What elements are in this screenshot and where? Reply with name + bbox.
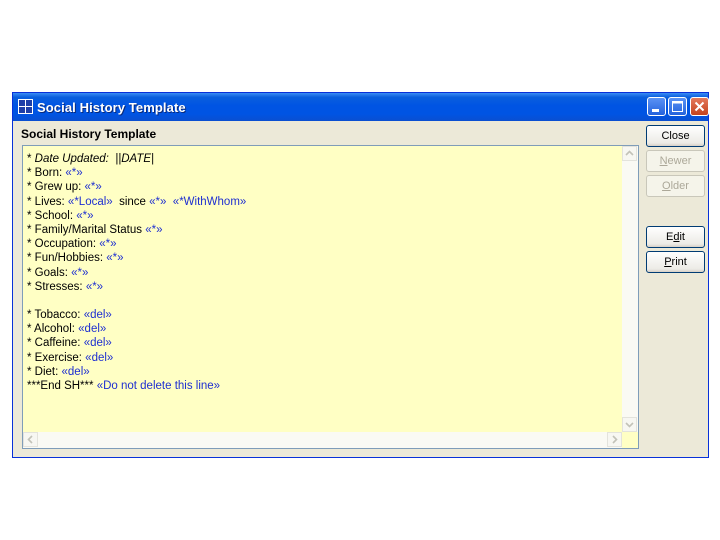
template-line: * Grew up: «*» (27, 180, 620, 194)
template-field: «del» (78, 323, 107, 336)
template-field: «del» (83, 337, 112, 350)
template-field: «*» (71, 266, 89, 279)
maximize-button[interactable] (668, 97, 687, 116)
chevron-right-icon (612, 435, 618, 444)
template-line: ***End SH*** «Do not delete this line» (27, 379, 620, 393)
close-button[interactable]: Close (646, 125, 705, 147)
template-text-segment: * School: (27, 209, 77, 222)
template-text-segment: * Grew up: (27, 181, 85, 194)
scroll-down-button[interactable] (622, 417, 637, 432)
template-line: * Family/Marital Status «*» (27, 223, 620, 237)
template-text[interactable]: * Date Updated: ||DATE| * Born: «*» * Grew… (27, 152, 620, 430)
template-line: * Fun/Hobbies: «*» (27, 251, 620, 265)
close-window-button[interactable] (690, 97, 709, 116)
template-line: * Goals: «*» (27, 266, 620, 280)
template-text-segment: * Diet: (27, 365, 62, 378)
template-field: «del» (61, 365, 90, 378)
template-line: * Caffeine: «del» (27, 336, 620, 350)
template-text-segment: * Stresses: (27, 280, 86, 293)
template-field: «*» (84, 181, 102, 194)
template-text-segment: * Tobacco: (27, 309, 84, 322)
older-button[interactable]: Older (646, 175, 705, 197)
template-text-segment: * Goals: (27, 266, 72, 279)
template-text-segment: * Exercise: (27, 351, 86, 364)
template-line: * Lives: «*Local» since «*» «*WithWhom» (27, 195, 620, 209)
template-line: * Occupation: «*» (27, 237, 620, 251)
template-text-segment: * (27, 153, 35, 165)
template-line: * Born: «*» (27, 166, 620, 180)
template-field: «Do not delete this line» (96, 380, 221, 392)
template-line: * Tobacco: «del» (27, 308, 620, 322)
template-text-segment: * Fun/Hobbies: (27, 252, 107, 265)
template-editor[interactable]: * Date Updated: ||DATE| * Born: «*» * Grew… (22, 145, 639, 449)
template-field: «*» (99, 238, 117, 251)
social-history-window: Social History Template Social History T… (12, 92, 709, 458)
template-field: «*» (76, 209, 94, 222)
template-field: «*» (106, 252, 124, 265)
template-text-segment: * Caffeine: (27, 337, 84, 350)
template-field: «*» (145, 223, 163, 236)
print-button[interactable]: Print (646, 251, 705, 273)
vertical-scrollbar[interactable] (622, 146, 638, 432)
template-line: * Diet: «del» (27, 365, 620, 379)
template-header-label: Social History Template (21, 127, 157, 141)
template-field: «*Local» (67, 195, 113, 208)
newer-button[interactable]: Newer (646, 150, 705, 172)
template-field: «*» (85, 280, 104, 293)
template-text-segment: since (112, 195, 150, 208)
scroll-left-button[interactable] (23, 432, 38, 447)
template-line (27, 294, 620, 308)
window-title: Social History Template (37, 100, 186, 115)
app-icon (18, 99, 33, 114)
template-text-segment: Date Updated: ||DATE| (34, 153, 155, 165)
title-bar[interactable]: Social History Template (13, 93, 709, 121)
chevron-down-icon (625, 422, 634, 428)
template-field: «del» (85, 351, 114, 364)
edit-button[interactable]: Edit (646, 226, 705, 248)
template-text-segment: * Alcohol: (27, 323, 79, 336)
template-text-segment: ***End SH*** (27, 380, 97, 392)
template-field: «*» (149, 195, 167, 208)
scroll-right-button[interactable] (607, 432, 622, 447)
template-line: * Date Updated: ||DATE| (27, 152, 620, 166)
template-line: * Exercise: «del» (27, 351, 620, 365)
close-icon (694, 101, 705, 112)
horizontal-scrollbar[interactable] (23, 432, 622, 448)
scroll-up-button[interactable] (622, 146, 637, 161)
template-line: * Alcohol: «del» (27, 322, 620, 336)
minimize-icon (652, 109, 659, 112)
chevron-up-icon (625, 150, 634, 156)
maximize-icon (672, 101, 683, 112)
template-field: «*WithWhom» (172, 195, 247, 208)
template-line: * Stresses: «*» (27, 280, 620, 294)
minimize-button[interactable] (647, 97, 666, 116)
template-text-segment: * Born: (27, 167, 66, 180)
template-text-segment: * Lives: (27, 195, 68, 208)
template-field: «*» (65, 167, 83, 180)
template-text-segment: * Occupation: (27, 238, 100, 251)
template-line: * School: «*» (27, 209, 620, 223)
chevron-left-icon (27, 435, 33, 444)
template-text-segment: * Family/Marital Status (27, 223, 146, 236)
template-field: «del» (83, 309, 112, 322)
